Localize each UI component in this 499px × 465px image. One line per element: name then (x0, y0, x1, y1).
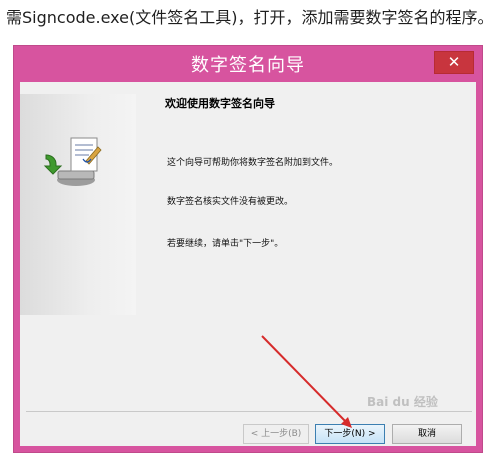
close-button[interactable]: ✕ (434, 51, 474, 74)
welcome-heading: 欢迎使用数字签名向导 (165, 97, 275, 110)
back-button[interactable]: < 上一步(B) (243, 424, 309, 444)
title-bar[interactable]: 数字签名向导 ✕ (14, 46, 482, 78)
cancel-button[interactable]: 取消 (392, 424, 462, 444)
install-arrow-icon (43, 154, 63, 175)
window-title: 数字签名向导 (191, 55, 305, 76)
wizard-content: 欢迎使用数字签名向导 这个向导可帮助你将数字签名附加到文件。 数字签名核实文件没… (165, 82, 465, 402)
wizard-description-1: 这个向导可帮助你将数字签名附加到文件。 (167, 158, 339, 168)
wizard-client-area: 欢迎使用数字签名向导 这个向导可帮助你将数字签名附加到文件。 数字签名核实文件没… (20, 82, 476, 446)
signing-wizard-window: 数字签名向导 ✕ 欢迎使用数字签名向导 这个向导可帮助你将数字签名附加到文件。 … (13, 45, 483, 453)
wizard-side-panel (20, 94, 136, 315)
wizard-description-2: 数字签名核实文件没有被更改。 (167, 197, 294, 207)
next-button[interactable]: 下一步(N) > (315, 424, 385, 444)
instruction-caption: 需Signcode.exe(文件签名工具)，打开，添加需要数字签名的程序。 (6, 8, 494, 27)
footer-separator (26, 411, 472, 412)
baidu-jingyan-watermark: Bai du 经验 (367, 395, 438, 409)
wizard-description-3: 若要继续，请单击"下一步"。 (167, 239, 284, 249)
